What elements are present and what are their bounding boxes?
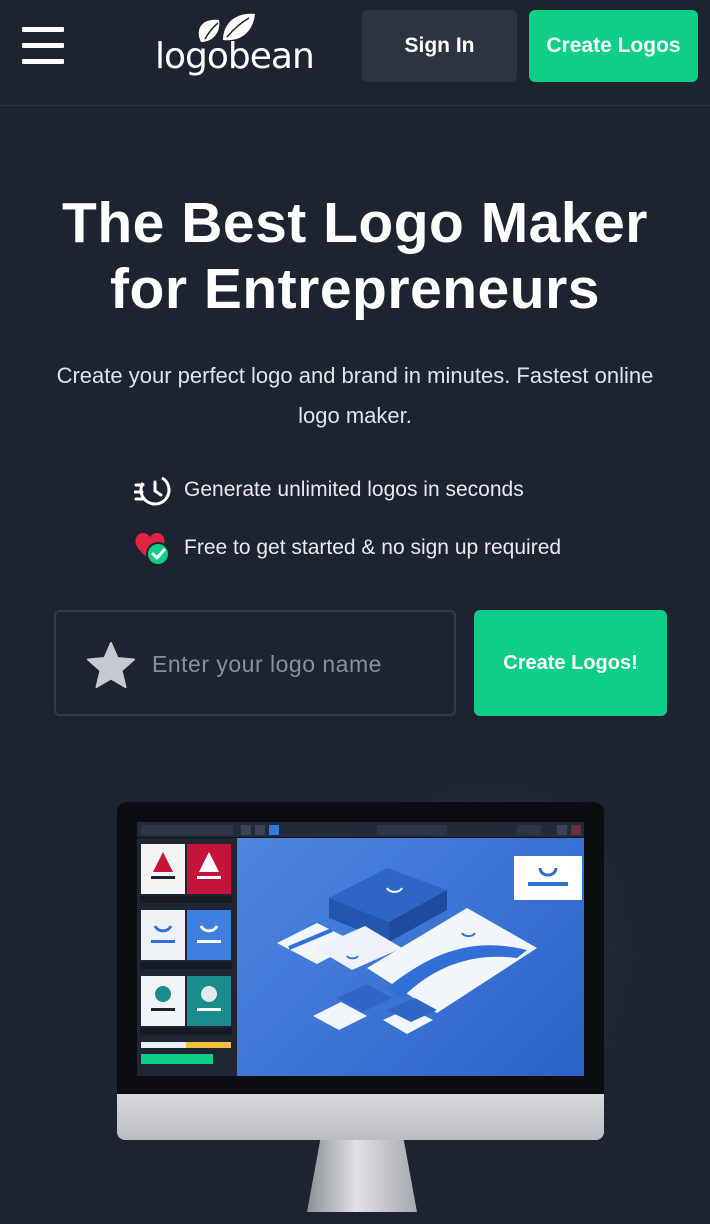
filter-logo-styles-button[interactable] [141, 1054, 213, 1064]
thumb-controls-3 [140, 1028, 232, 1035]
thumb-controls-1 [140, 896, 232, 903]
star-icon [87, 642, 135, 688]
sign-in-button[interactable]: Sign In [362, 10, 517, 82]
feature-item-free: Free to get started & no sign up require… [134, 528, 561, 568]
monitor-bezel [117, 802, 604, 1094]
thumb-logo-6 [187, 976, 231, 1026]
thumb-logo-1 [141, 844, 185, 894]
corner-logo-preview [514, 856, 582, 900]
logobean-logo[interactable]: logobean [155, 12, 315, 77]
app-toolbar [137, 822, 584, 838]
logo-wordmark: logobean [155, 36, 315, 77]
stationery-mockup [237, 838, 584, 1076]
top-navigation-bar: logobean Sign In Create Logos [0, 0, 710, 106]
create-logos-header-button[interactable]: Create Logos [529, 10, 698, 82]
palette-strip [141, 1042, 231, 1048]
monitor-chin [117, 1094, 604, 1140]
logo-name-field [54, 610, 456, 716]
hero-subtitle: Create your perfect logo and brand in mi… [56, 363, 654, 428]
thumb-logo-4 [187, 910, 231, 960]
logo-thumbnails-sidebar [137, 838, 237, 1076]
monitor-stand [307, 1140, 417, 1212]
hero-title-line-1: The Best Logo Maker [62, 191, 648, 255]
feature-text-unlimited: Generate unlimited logos in seconds [184, 478, 524, 501]
feature-item-unlimited: Generate unlimited logos in seconds [134, 470, 524, 510]
hero-title-line-2: for Entrepreneurs [110, 257, 600, 321]
heart-check-icon [135, 532, 170, 566]
hero-title: The Best Logo Maker for Entrepreneurs [0, 190, 710, 322]
thumb-controls-2 [140, 962, 232, 969]
create-logos-button[interactable]: Create Logos! [474, 610, 667, 716]
thumb-logo-3 [141, 910, 185, 960]
feature-text-free: Free to get started & no sign up require… [184, 536, 562, 559]
monitor-screen [137, 822, 584, 1076]
thumb-logo-2 [187, 844, 231, 894]
hamburger-menu-icon[interactable] [22, 27, 64, 65]
logo-name-input[interactable] [152, 640, 442, 688]
thumb-logo-5 [141, 976, 185, 1026]
logo-maker-preview-image [117, 802, 604, 1212]
clock-fast-icon [134, 474, 171, 506]
